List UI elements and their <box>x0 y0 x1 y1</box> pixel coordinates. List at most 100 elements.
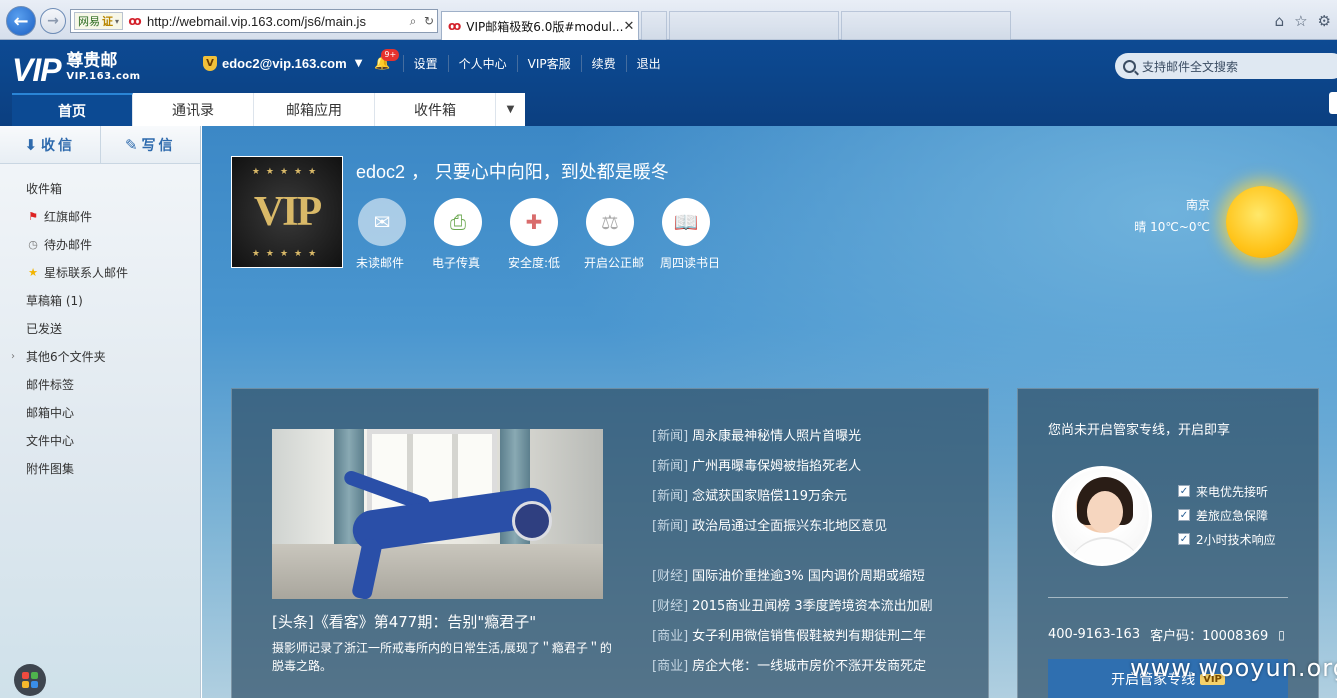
news-title: 广州再曝毒保姆被指掐死老人 <box>692 458 862 474</box>
news-item[interactable]: [商业] 女子利用微信销售假鞋被判有期徒刑二年 <box>652 619 972 649</box>
favorites-star-icon[interactable]: ☆ <box>1294 12 1307 30</box>
quick-efax[interactable]: ⎙ 电子传真 <box>432 198 508 271</box>
forward-icon[interactable]: → <box>40 8 66 34</box>
service-title: 您尚未开启管家专线，开启即享 <box>1048 423 1231 438</box>
sidebar-item-red-flag[interactable]: ⚑ 红旗邮件 <box>0 202 200 230</box>
benefit-label: 差旅应急保障 <box>1196 508 1269 523</box>
news-item[interactable]: [财经] 2015商业丑闻榜 3季度跨境资本流出加剧 <box>652 589 972 619</box>
sidebar-item-other-folders[interactable]: › 其他6个文件夹 <box>0 342 200 370</box>
checkbox-checked-icon: ✓ <box>1178 533 1190 545</box>
renew-link[interactable]: 续费 <box>580 55 626 72</box>
browser-tab-active[interactable]: ꝏ VIP邮箱极致6.0版#modul... ✕ <box>441 11 639 40</box>
weather-condition: 晴 10℃~0℃ <box>1134 220 1210 234</box>
sidebar-item-starred[interactable]: ★ 星标联系人邮件 <box>0 258 200 286</box>
news-item[interactable]: [商业] 房企大佬：一线城市房价不涨开发商死定 <box>652 649 972 679</box>
news-category: [新闻] <box>652 518 689 534</box>
refresh-icon[interactable]: ↻ <box>421 14 437 28</box>
star-icon: ★ <box>28 265 38 279</box>
tab-inbox[interactable]: 收件箱 <box>375 93 496 126</box>
back-icon[interactable]: ← <box>6 6 36 36</box>
quick-unread-mail[interactable]: ✉ 未读邮件 <box>356 198 432 271</box>
compose-button[interactable]: ✎ 写信 <box>101 126 201 163</box>
quick-reading-day[interactable]: 📖 周四读书日 <box>660 198 736 271</box>
sidebar: ⬇ 收信 ✎ 写信 收件箱 ⚑ 红旗邮件 ◷ 待办邮件 ★ 星标联系人邮件 草稿箱 (1)… <box>0 126 201 698</box>
receive-button[interactable]: ⬇ 收信 <box>0 126 101 163</box>
headline-photo[interactable] <box>272 429 603 599</box>
collapse-handle[interactable] <box>1329 92 1337 114</box>
folder-list: 收件箱 ⚑ 红旗邮件 ◷ 待办邮件 ★ 星标联系人邮件 草稿箱 (1) 已发送 › 其他… <box>0 164 200 482</box>
photo-figure <box>512 501 552 541</box>
tab-mail-apps[interactable]: 邮箱应用 <box>254 93 375 126</box>
news-headline[interactable]: [头条]《看客》第477期：告别"瘾君子" <box>272 611 612 632</box>
news-title: 2015商业丑闻榜 3季度跨境资本流出加剧 <box>692 598 933 614</box>
sidebar-item-label: 邮件标签 <box>26 377 75 392</box>
news-title: 周永康最神秘情人照片首曝光 <box>692 428 862 444</box>
quick-action-label: 电子传真 <box>432 256 481 270</box>
vip-service-link[interactable]: VIP客服 <box>516 55 581 72</box>
browser-tab-background[interactable] <box>669 11 839 40</box>
mail-search-input[interactable]: 支持邮件全文搜索 <box>1115 53 1337 79</box>
notification-count: 9+ <box>381 49 400 61</box>
main-tabs: 首页 通讯录 邮箱应用 收件箱 ▼ <box>12 93 525 126</box>
sidebar-item-drafts[interactable]: 草稿箱 (1) <box>0 286 200 314</box>
quick-notary-mail[interactable]: ⚖ 开启公正邮 <box>584 198 660 271</box>
customer-code: 客户码：10008369 <box>1150 629 1269 644</box>
app-launcher-icon[interactable] <box>14 664 46 696</box>
settings-link[interactable]: 设置 <box>402 55 448 72</box>
news-item[interactable]: [新闻] 念斌获国家赔偿119万余元 <box>652 479 972 509</box>
sidebar-item-label: 红旗邮件 <box>44 209 93 224</box>
notification-bell-icon[interactable]: 🔔 9+ <box>374 49 400 71</box>
sidebar-item-todo[interactable]: ◷ 待办邮件 <box>0 230 200 258</box>
quick-action-label: 周四读书日 <box>660 256 721 270</box>
address-bar[interactable]: 网易证 ▾ ꝏ http://webmail.vip.163.com/js6/ma… <box>70 9 438 33</box>
news-item[interactable]: [财经] 国际油价重挫逾3% 国内调价周期或缩短 <box>652 559 972 589</box>
mobile-phone-icon[interactable]: ▯ <box>1278 628 1285 642</box>
sidebar-item-attachments[interactable]: 附件图集 <box>0 454 200 482</box>
logout-link[interactable]: 退出 <box>625 55 671 72</box>
first-aid-kit-icon: ✚ <box>510 198 558 246</box>
news-category: [新闻] <box>652 488 689 504</box>
url-text[interactable]: http://webmail.vip.163.com/js6/main.js <box>147 14 405 29</box>
compose-icon: ✎ <box>124 135 138 154</box>
stars-decoration: ★★★★★ <box>251 167 323 177</box>
tab-contacts[interactable]: 通讯录 <box>133 93 254 126</box>
tab-home[interactable]: 首页 <box>12 93 133 126</box>
service-contact: 400-9163-163 客户码：10008369 ▯ <box>1048 625 1285 644</box>
news-title: 国际油价重挫逾3% 国内调价周期或缩短 <box>692 568 925 584</box>
tabs-more-chevron-icon[interactable]: ▼ <box>496 93 525 126</box>
news-item[interactable]: [新闻] 周永康最神秘情人照片首曝光 <box>652 419 972 449</box>
sidebar-item-label: 待办邮件 <box>44 237 93 252</box>
download-icon: ⬇ <box>24 135 38 154</box>
benefit-item: ✓ 来电优先接听 <box>1178 479 1276 503</box>
sidebar-item-sent[interactable]: 已发送 <box>0 314 200 342</box>
browser-tab-background[interactable] <box>841 11 1011 40</box>
sidebar-item-label: 其他6个文件夹 <box>26 349 106 364</box>
expand-arrow-icon[interactable]: › <box>11 351 15 362</box>
sidebar-item-mail-tags[interactable]: 邮件标签 <box>0 370 200 398</box>
search-dropdown-icon[interactable]: ⌕ <box>405 14 421 29</box>
sidebar-item-label: 星标联系人邮件 <box>44 265 129 280</box>
weather-widget[interactable]: 南京 晴 10℃~0℃ <box>1132 194 1210 238</box>
quick-action-label: 安全度:低 <box>508 256 561 270</box>
settings-gear-icon[interactable]: ⚙ <box>1318 12 1331 30</box>
new-tab-button[interactable] <box>641 11 667 40</box>
account-name[interactable]: edoc2@vip.163.com <box>222 56 347 71</box>
chevron-down-icon[interactable]: ▼ <box>355 58 363 69</box>
service-benefits: ✓ 来电优先接听 ✓ 差旅应急保障 ✓ 2小时技术响应 <box>1178 479 1276 551</box>
home-icon[interactable]: ⌂ <box>1275 12 1285 30</box>
personal-center-link[interactable]: 个人中心 <box>447 55 517 72</box>
news-item[interactable]: [新闻] 政治局通过全面振兴东北地区意见 <box>652 509 972 539</box>
sidebar-item-file-center[interactable]: 文件中心 <box>0 426 200 454</box>
site-badge[interactable]: 网易证 ▾ <box>74 12 124 30</box>
user-bar: V edoc2@vip.163.com ▼ 🔔 9+ 设置 个人中心 VIP客服 … <box>203 49 671 72</box>
user-avatar[interactable]: ★★★★★ VIP ★★★★★ <box>231 156 343 268</box>
sidebar-item-inbox[interactable]: 收件箱 <box>0 174 200 202</box>
quick-security-level[interactable]: ✚ 安全度:低 <box>508 198 584 271</box>
tab-close-icon[interactable]: ✕ <box>623 19 634 34</box>
vip-logo[interactable]: VIP 尊贵邮 VIP.163.com <box>12 52 141 89</box>
news-item[interactable]: [新闻] 广州再曝毒保姆被指掐死老人 <box>652 449 972 479</box>
motto: ， 只要心中向阳，到处都是暖冬 <box>411 162 669 183</box>
news-category: [新闻] <box>652 428 689 444</box>
sidebar-item-mail-center[interactable]: 邮箱中心 <box>0 398 200 426</box>
sidebar-item-label: 文件中心 <box>26 433 75 448</box>
